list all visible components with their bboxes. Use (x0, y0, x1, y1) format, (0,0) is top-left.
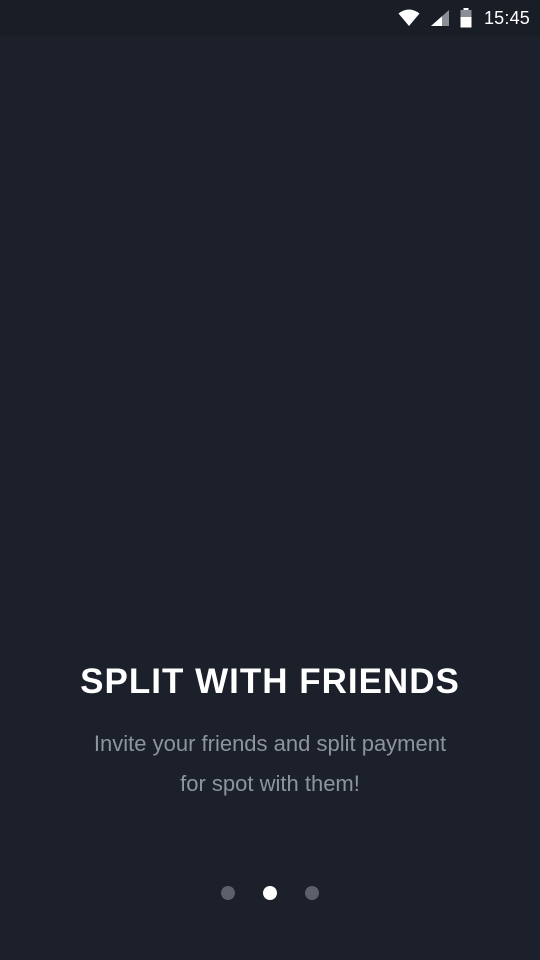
status-time: 15:45 (483, 7, 530, 28)
page-dot-3[interactable] (305, 886, 319, 900)
page-dot-1[interactable] (221, 886, 235, 900)
wifi-icon (398, 0, 420, 36)
subtitle-line-2: for spot with them! (180, 771, 360, 796)
subtitle-line-1: Invite your friends and split payment (93, 731, 447, 756)
battery-icon (460, 0, 472, 36)
onboarding-title: SPLIT WITH FRIENDS (80, 662, 460, 701)
signal-icon (430, 0, 450, 36)
onboarding-content: SPLIT WITH FRIENDS Invite your friends a… (0, 655, 540, 804)
onboarding-screen: 15:45 SPLIT WITH FRIENDS Invite your fri… (0, 0, 540, 960)
page-indicator (0, 886, 540, 900)
onboarding-subtitle: Invite your friends and split payment fo… (60, 724, 480, 804)
page-dot-2-active[interactable] (263, 886, 277, 900)
status-bar: 15:45 (0, 0, 540, 36)
